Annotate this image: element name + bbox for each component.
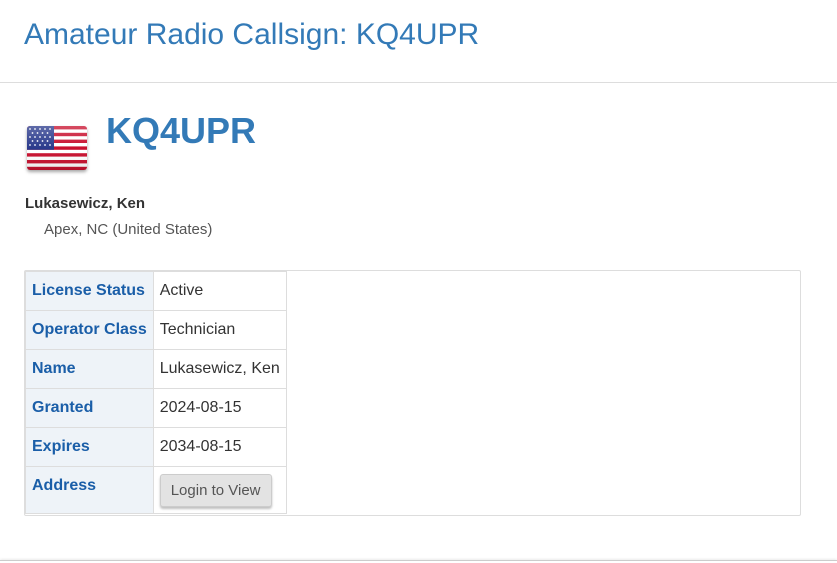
table-row: Expires 2034-08-15 (25, 427, 287, 467)
us-flag-icon (27, 126, 87, 170)
licensee-location: Apex, NC (United States) (44, 221, 213, 238)
license-details-panel: License Status Active Operator Class Tec… (24, 270, 801, 516)
address-label: Address (25, 466, 154, 514)
table-row: Name Lukasewicz, Ken (25, 349, 287, 389)
name-label: Name (25, 349, 154, 389)
operator-class-label: Operator Class (25, 310, 154, 350)
table-row: License Status Active (25, 271, 287, 311)
granted-value: 2024-08-15 (152, 388, 287, 428)
callsign-heading: KQ4UPR (106, 110, 257, 151)
table-row: Granted 2024-08-15 (25, 388, 287, 428)
expires-value: 2034-08-15 (152, 427, 287, 467)
licensee-name: Lukasewicz, Ken (25, 195, 146, 212)
license-status-value: Active (152, 271, 287, 311)
granted-label: Granted (25, 388, 154, 428)
table-row: Address Login to View (25, 466, 287, 514)
page-header: Amateur Radio Callsign: KQ4UPR (0, 0, 837, 83)
license-status-label: License Status (25, 271, 154, 311)
operator-class-value: Technician (152, 310, 287, 350)
expires-label: Expires (25, 427, 154, 467)
name-value: Lukasewicz, Ken (152, 349, 287, 389)
page-title: Amateur Radio Callsign: KQ4UPR (24, 18, 480, 51)
table-row: Operator Class Technician (25, 310, 287, 350)
address-value: Login to View (152, 466, 287, 514)
login-to-view-button[interactable]: Login to View (159, 473, 272, 507)
license-details-table: License Status Active Operator Class Tec… (25, 271, 287, 514)
